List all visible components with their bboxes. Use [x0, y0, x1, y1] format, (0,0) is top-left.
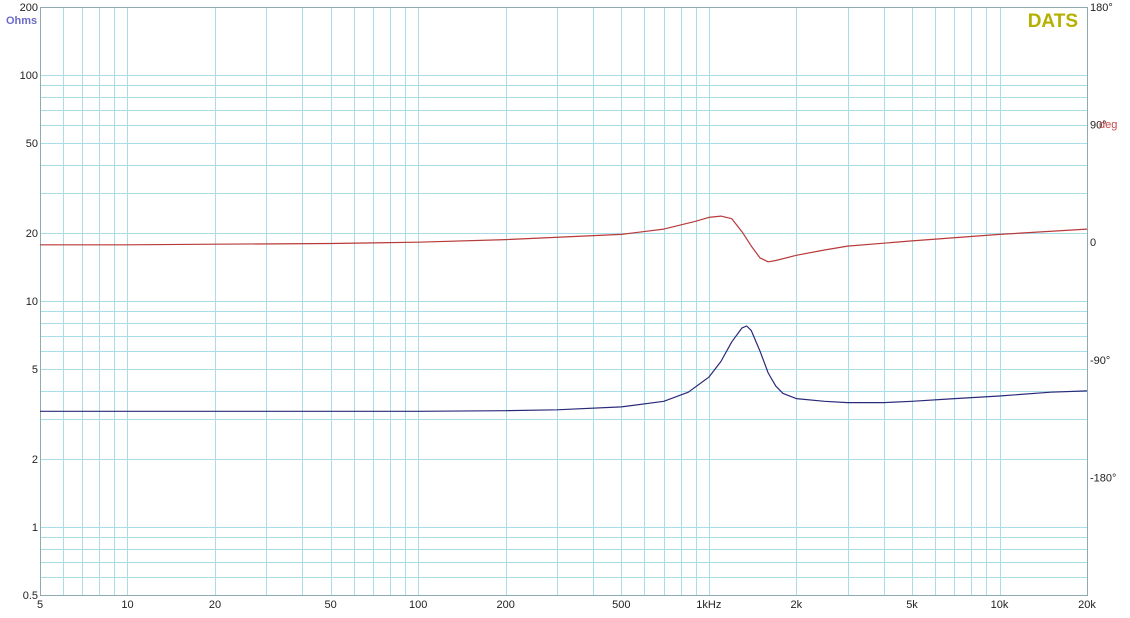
- brand-logo-text: DATS: [1028, 11, 1078, 32]
- x-tick-label: 200: [496, 599, 514, 611]
- y-tick-label: 2: [32, 454, 38, 466]
- x-tick-label: 5k: [906, 599, 918, 611]
- x-tick-label: 10k: [991, 599, 1009, 611]
- x-tick-label: 1kHz: [696, 599, 721, 611]
- phase-axis-unit-label: deg: [1099, 119, 1117, 131]
- phase-tick-label: -90°: [1090, 355, 1110, 367]
- x-tick-label: 20k: [1078, 599, 1096, 611]
- y-tick-label: 1: [32, 522, 38, 534]
- y-axis-unit-label: Ohms: [6, 15, 37, 27]
- y-tick-label: 50: [26, 138, 38, 150]
- y-tick-label: 5: [32, 364, 38, 376]
- chart-background: [0, 0, 1130, 618]
- impedance-phase-chart: 5 10 20 50 100 200 500 1kHz 2k 5k 10k 20k 0.5125102…: [0, 0, 1130, 618]
- x-tick-label: 100: [409, 599, 427, 611]
- x-tick-label: 2k: [791, 599, 803, 611]
- phase-tick-label: 0: [1090, 237, 1096, 249]
- y-tick-label: 100: [20, 70, 38, 82]
- y-tick-label: 0.5: [23, 590, 38, 602]
- y-tick-label: 10: [26, 296, 38, 308]
- x-tick-label: 20: [209, 599, 221, 611]
- phase-tick-label: 180°: [1090, 2, 1113, 14]
- x-tick-label: 500: [612, 599, 630, 611]
- x-tick-label: 10: [121, 599, 133, 611]
- y-tick-label: 20: [26, 228, 38, 240]
- phase-tick-label: -180°: [1090, 472, 1116, 484]
- x-tick-label: 50: [325, 599, 337, 611]
- y-tick-label: 200: [20, 2, 38, 14]
